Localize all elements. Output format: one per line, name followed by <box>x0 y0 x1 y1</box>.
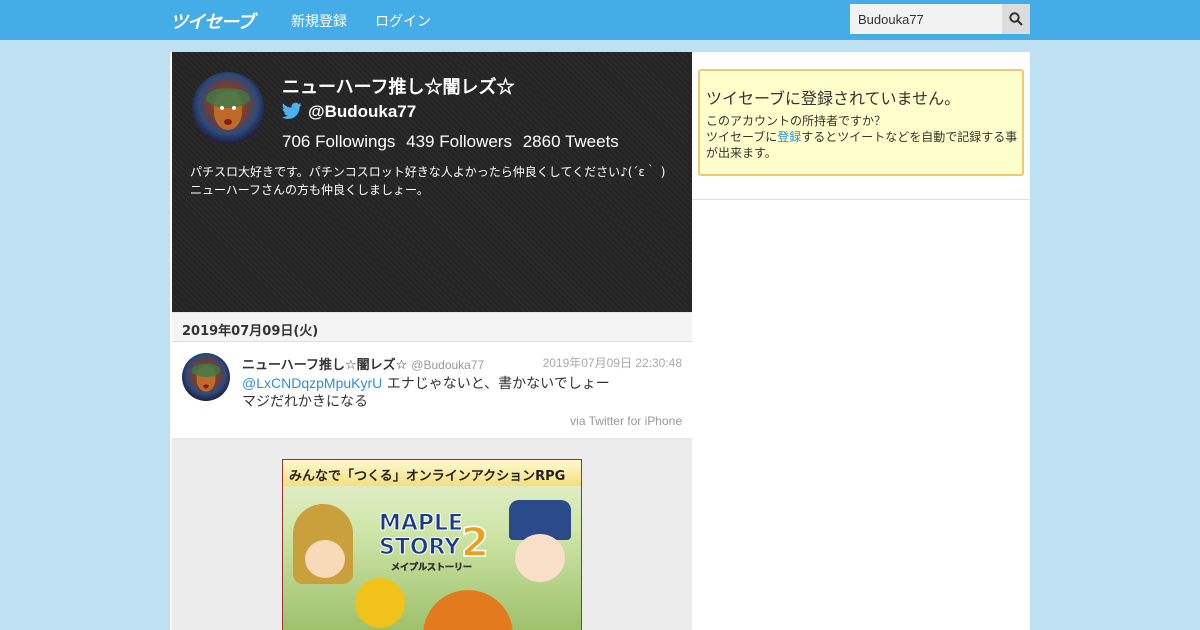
ad-headline-bar: みんなで「つくる」オンラインアクションRPG <box>283 460 581 486</box>
search-button[interactable] <box>1002 4 1030 34</box>
nav-signup-link[interactable]: 新規登録 <box>291 11 347 31</box>
site-logo[interactable]: ツイセーブ <box>170 8 255 33</box>
ad-character-right-face <box>515 534 565 582</box>
date-header: 2019年07月09日(火) <box>172 312 692 342</box>
ad-game-logo: MAPLE STORY 2 メイプルストーリー <box>379 511 490 574</box>
ad-mushroom-character <box>423 590 513 630</box>
tweet-author-display-name: ニューハーフ推し☆闇レズ☆ <box>242 358 408 373</box>
twitter-bird-icon <box>282 102 302 119</box>
right-sidebar: ツイセーブに登録されていません。 このアカウントの所持者ですか？ ツイセーブに登… <box>692 52 1030 200</box>
tweet-avatar[interactable] <box>182 353 230 401</box>
notice-title: ツイセーブに登録されていません。 <box>706 89 961 108</box>
ad-character-left-face <box>305 540 345 578</box>
ad-duck-character <box>355 578 405 628</box>
tweet-text: @LxCNDqzpMpuKyrU エナじゃないと、書かないでしょー マジだれかき… <box>242 374 682 411</box>
main-container: ニューハーフ推し☆闇レズ☆ @Budouka77 706 Followings … <box>170 52 1030 630</box>
followings-count[interactable]: 706 Followings <box>282 132 395 151</box>
ad-area: みんなで「つくる」オンラインアクションRPG MAPLE STORY 2 メイプ… <box>172 439 692 630</box>
profile-name: ニューハーフ推し☆闇レズ☆ <box>282 77 515 97</box>
ad-logo-line1: MAPLE <box>379 511 463 536</box>
registration-notice: ツイセーブに登録されていません。 このアカウントの所持者ですか？ ツイセーブに登… <box>698 69 1024 176</box>
profile-stats: 706 Followings 439 Followers 2860 Tweets <box>282 132 625 152</box>
ad-banner[interactable]: みんなで「つくる」オンラインアクションRPG MAPLE STORY 2 メイプ… <box>282 459 582 630</box>
tweet-text-line1: エナじゃないと、書かないでしょー <box>382 376 610 392</box>
ad-logo-number: 2 <box>461 520 489 566</box>
ad-logo-subtitle: メイプルストーリー <box>391 561 472 573</box>
ad-headline: みんなで「つくる」オンラインアクションRPG <box>289 469 566 484</box>
followers-count[interactable]: 439 Followers <box>406 132 512 151</box>
profile-handle[interactable]: @Budouka77 <box>308 102 416 122</box>
ad-logo-line2: STORY <box>379 535 461 560</box>
profile-bio: パチスロ大好きです。パチンコスロット好きな人よかったら仲良くしてください♪(´ε… <box>190 165 666 197</box>
tweets-count[interactable]: 2860 Tweets <box>523 132 619 151</box>
nav-login-link[interactable]: ログイン <box>375 11 431 31</box>
tweet-mention-link[interactable]: @LxCNDqzpMpuKyrU <box>242 375 382 391</box>
notice-text: このアカウントの所持者ですか？ ツイセーブに登録するとツイートなどを自動で記録す… <box>706 113 1022 161</box>
notice-line2-pre: ツイセーブに <box>706 130 778 144</box>
tweet-via: via Twitter for iPhone <box>570 414 682 428</box>
tweet-author-name[interactable]: ニューハーフ推し☆闇レズ☆ @Budouka77 <box>242 354 484 373</box>
date-header-text: 2019年07月09日(火) <box>182 324 319 339</box>
tweet-timestamp[interactable]: 2019年07月09日 22:30:48 <box>543 354 682 371</box>
tweet-author-handle: @Budouka77 <box>411 358 485 372</box>
profile-avatar[interactable] <box>192 72 264 144</box>
tweet-text-line2: マジだれかきになる <box>242 394 368 410</box>
profile-card: ニューハーフ推し☆闇レズ☆ @Budouka77 706 Followings … <box>172 52 692 312</box>
tweet-item: ニューハーフ推し☆闇レズ☆ @Budouka77 2019年07月09日 22:3… <box>172 342 692 439</box>
search-input[interactable] <box>850 4 1002 34</box>
notice-register-link[interactable]: 登録 <box>777 130 801 144</box>
search-icon <box>1009 12 1023 26</box>
top-navbar: ツイセーブ 新規登録 ログイン <box>0 0 1200 40</box>
notice-line1: このアカウントの所持者ですか？ <box>706 114 887 128</box>
